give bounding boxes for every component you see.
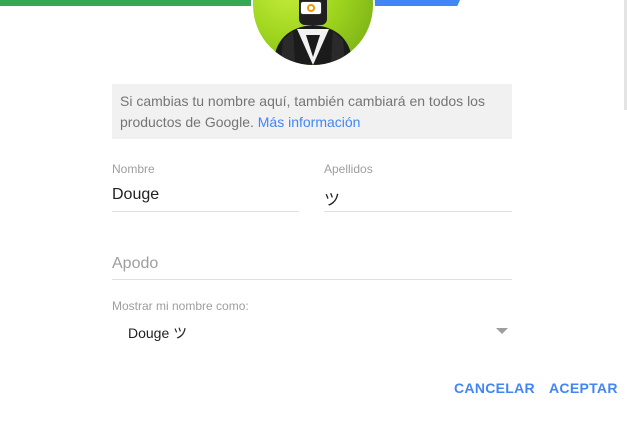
- more-info-link[interactable]: Más información: [258, 114, 361, 130]
- nickname-field[interactable]: Apodo: [112, 250, 512, 280]
- first-name-underline: [112, 211, 299, 212]
- first-name-field[interactable]: Nombre Douge: [112, 162, 299, 212]
- info-notice: Si cambias tu nombre aquí, también cambi…: [112, 84, 512, 139]
- cancel-button[interactable]: CANCELAR: [454, 380, 535, 396]
- last-name-underline: [324, 211, 512, 212]
- first-name-label: Nombre: [112, 162, 155, 176]
- header-green-bar: [0, 0, 255, 6]
- accept-button[interactable]: ACEPTAR: [549, 380, 618, 396]
- display-name-label: Mostrar mi nombre como:: [112, 299, 249, 313]
- camera-icon[interactable]: [300, 1, 322, 15]
- edit-name-dialog: Si cambias tu nombre aquí, también cambi…: [0, 0, 627, 424]
- display-name-select[interactable]: Douge ツ: [112, 318, 512, 344]
- display-name-selected: Douge ツ: [128, 325, 188, 341]
- dropdown-arrow-icon[interactable]: [496, 328, 508, 334]
- header-blue-bar: [370, 0, 460, 6]
- last-name-label: Apellidos: [324, 162, 373, 176]
- nickname-input[interactable]: Apodo: [112, 255, 512, 273]
- last-name-input[interactable]: ツ: [324, 186, 512, 210]
- first-name-input[interactable]: Douge: [112, 186, 299, 204]
- last-name-field[interactable]: Apellidos ツ: [324, 162, 512, 212]
- nickname-underline: [112, 279, 512, 280]
